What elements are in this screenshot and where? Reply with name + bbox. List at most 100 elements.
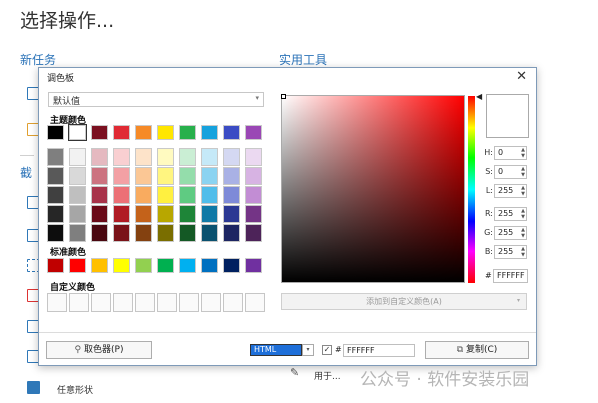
spinner-arrows-icon[interactable]: ▲ ▼: [521, 166, 525, 178]
tint-color-swatch[interactable]: [157, 148, 174, 166]
standard-color-swatch[interactable]: [201, 258, 218, 273]
tint-color-swatch[interactable]: [69, 224, 86, 242]
preset-select[interactable]: 默认值 ▾: [48, 92, 264, 107]
copy-button[interactable]: ⧉ 复制(C): [425, 341, 529, 359]
chevron-down-icon[interactable]: ▾: [302, 344, 314, 356]
standard-color-swatch[interactable]: [69, 258, 86, 273]
custom-color-slot[interactable]: [245, 293, 265, 312]
tint-color-swatch[interactable]: [201, 205, 218, 223]
numeric-spinner[interactable]: 255 ▲ ▼: [494, 184, 527, 198]
standard-color-swatch[interactable]: [179, 258, 196, 273]
standard-color-swatch[interactable]: [47, 258, 64, 273]
hex-input[interactable]: FFFFFF: [493, 269, 528, 283]
tint-color-swatch[interactable]: [179, 186, 196, 204]
spinner-arrows-icon[interactable]: ▲ ▼: [521, 246, 525, 258]
custom-color-slot[interactable]: [47, 293, 67, 312]
tint-color-swatch[interactable]: [91, 224, 108, 242]
tint-color-swatch[interactable]: [223, 186, 240, 204]
custom-color-slot[interactable]: [179, 293, 199, 312]
theme-color-swatch[interactable]: [179, 125, 196, 140]
theme-color-swatch[interactable]: [157, 125, 174, 140]
tint-color-swatch[interactable]: [135, 205, 152, 223]
tint-color-swatch[interactable]: [179, 148, 196, 166]
tint-color-swatch[interactable]: [157, 205, 174, 223]
tint-color-swatch[interactable]: [179, 167, 196, 185]
tint-color-swatch[interactable]: [91, 186, 108, 204]
custom-color-slot[interactable]: [201, 293, 221, 312]
tint-color-swatch[interactable]: [113, 167, 130, 185]
spectrum-cursor[interactable]: [281, 94, 286, 99]
tint-color-swatch[interactable]: [223, 148, 240, 166]
theme-color-swatch[interactable]: [91, 125, 108, 140]
numeric-spinner[interactable]: 255 ▲ ▼: [494, 207, 527, 221]
tint-color-swatch[interactable]: [69, 205, 86, 223]
standard-color-swatch[interactable]: [91, 258, 108, 273]
custom-color-slot[interactable]: [113, 293, 133, 312]
close-icon[interactable]: ✕: [516, 69, 527, 84]
tint-color-swatch[interactable]: [135, 224, 152, 242]
tint-color-swatch[interactable]: [135, 186, 152, 204]
standard-color-swatch[interactable]: [157, 258, 174, 273]
tint-color-swatch[interactable]: [135, 148, 152, 166]
format-select[interactable]: HTML: [250, 344, 302, 356]
tint-color-swatch[interactable]: [113, 148, 130, 166]
theme-color-swatch[interactable]: [201, 125, 218, 140]
tint-color-swatch[interactable]: [201, 148, 218, 166]
tint-color-swatch[interactable]: [245, 205, 262, 223]
tint-color-swatch[interactable]: [245, 148, 262, 166]
spinner-arrows-icon[interactable]: ▲ ▼: [521, 185, 525, 197]
numeric-spinner[interactable]: 0 ▲ ▼: [494, 146, 527, 160]
theme-color-swatch[interactable]: [245, 125, 262, 140]
tint-color-swatch[interactable]: [245, 224, 262, 242]
standard-color-swatch[interactable]: [223, 258, 240, 273]
standard-color-swatch[interactable]: [245, 258, 262, 273]
tint-color-swatch[interactable]: [157, 224, 174, 242]
tint-color-swatch[interactable]: [113, 186, 130, 204]
hex-output-field[interactable]: FFFFFF: [343, 344, 415, 357]
standard-color-swatch[interactable]: [113, 258, 130, 273]
color-spectrum[interactable]: [281, 95, 465, 283]
custom-color-slot[interactable]: [69, 293, 89, 312]
tint-color-swatch[interactable]: [179, 205, 196, 223]
tint-color-swatch[interactable]: [157, 186, 174, 204]
hue-slider[interactable]: [468, 96, 475, 283]
custom-color-slot[interactable]: [135, 293, 155, 312]
hash-checkbox[interactable]: ✓: [322, 345, 332, 355]
numeric-spinner[interactable]: 255 ▲ ▼: [494, 226, 527, 240]
numeric-spinner[interactable]: 255 ▲ ▼: [494, 245, 527, 259]
chevron-down-icon[interactable]: ▾: [517, 297, 520, 304]
tint-color-swatch[interactable]: [91, 205, 108, 223]
spinner-arrows-icon[interactable]: ▲ ▼: [521, 208, 525, 220]
tint-color-swatch[interactable]: [113, 224, 130, 242]
theme-color-swatch[interactable]: [135, 125, 152, 140]
tint-color-swatch[interactable]: [47, 224, 64, 242]
tint-color-swatch[interactable]: [157, 167, 174, 185]
numeric-spinner[interactable]: 0 ▲ ▼: [494, 165, 527, 179]
spinner-arrows-icon[interactable]: ▲ ▼: [521, 227, 525, 239]
eyedropper-button[interactable]: ⚲ 取色器(P): [46, 341, 152, 359]
tint-color-swatch[interactable]: [201, 224, 218, 242]
tint-color-swatch[interactable]: [223, 224, 240, 242]
tool-item-label[interactable]: 用于...: [314, 369, 341, 382]
tint-color-swatch[interactable]: [113, 205, 130, 223]
tint-color-swatch[interactable]: [245, 186, 262, 204]
hue-arrow-icon[interactable]: ◀: [476, 92, 482, 101]
tint-color-swatch[interactable]: [47, 167, 64, 185]
tint-color-swatch[interactable]: [69, 186, 86, 204]
tint-color-swatch[interactable]: [135, 167, 152, 185]
spinner-arrows-icon[interactable]: ▲ ▼: [521, 147, 525, 159]
custom-color-slot[interactable]: [157, 293, 177, 312]
tint-color-swatch[interactable]: [69, 167, 86, 185]
tint-color-swatch[interactable]: [47, 148, 64, 166]
tint-color-swatch[interactable]: [179, 224, 196, 242]
theme-color-swatch[interactable]: [223, 125, 240, 140]
theme-color-swatch[interactable]: [113, 125, 130, 140]
custom-color-slot[interactable]: [223, 293, 243, 312]
tint-color-swatch[interactable]: [223, 205, 240, 223]
custom-color-slot[interactable]: [91, 293, 111, 312]
tint-color-swatch[interactable]: [91, 148, 108, 166]
add-custom-color-button[interactable]: 添加到自定义颜色(A): [281, 293, 527, 310]
tint-color-swatch[interactable]: [201, 167, 218, 185]
freeform-icon[interactable]: [27, 381, 40, 394]
tint-color-swatch[interactable]: [47, 186, 64, 204]
